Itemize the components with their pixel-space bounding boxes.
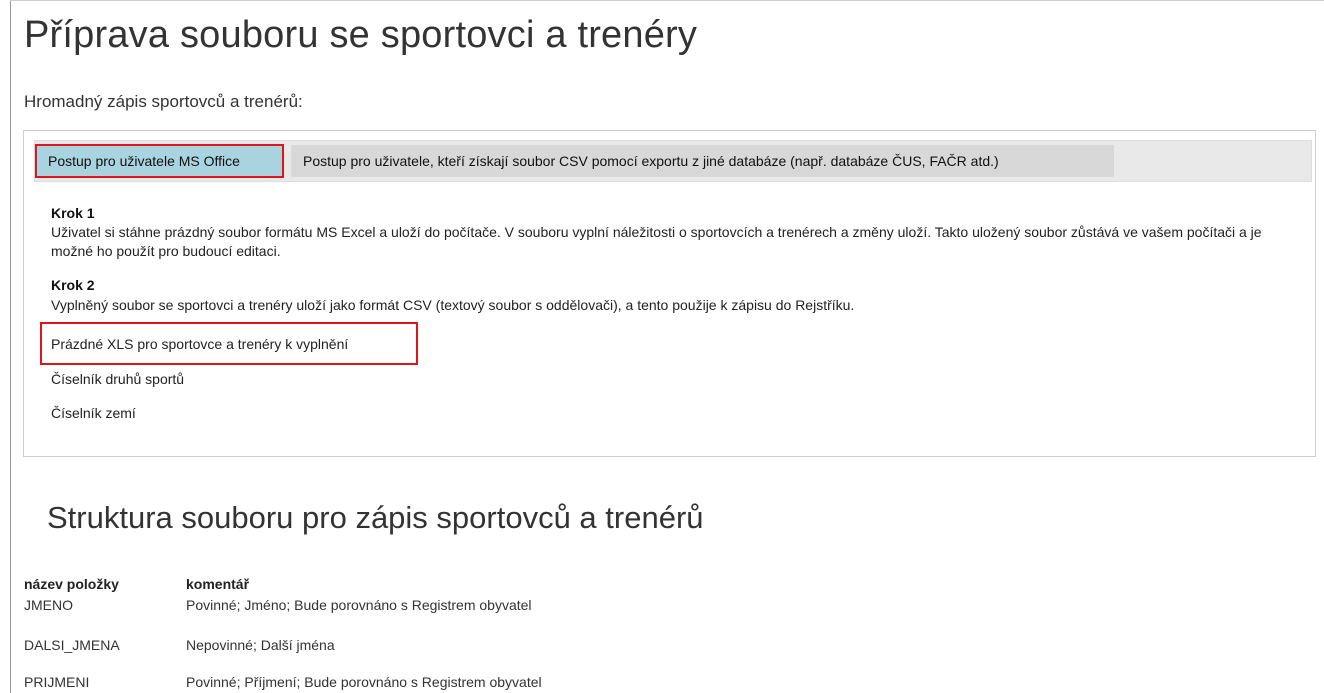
row-name: DALSI_JMENA: [24, 637, 120, 653]
step1-text: Uživatel si stáhne prázdný soubor formát…: [51, 224, 1262, 259]
sports-codelist-link[interactable]: Číselník druhů sportů: [51, 371, 184, 387]
tab-csv-export[interactable]: Postup pro uživatele, kteří získají soub…: [291, 145, 1114, 177]
column-header-name: název položky: [24, 576, 119, 592]
page-title: Příprava souboru se sportovci a trenéry: [24, 14, 698, 56]
frame-left-border: [10, 0, 11, 693]
step1-title: Krok 1: [51, 205, 95, 221]
instructions-panel: Postup pro uživatele MS Office Postup pr…: [23, 130, 1316, 457]
row-comment: Povinné; Jméno; Bude porovnáno s Registr…: [186, 597, 532, 613]
countries-codelist-link[interactable]: Číselník zemí: [51, 405, 136, 421]
row-comment: Povinné; Příjmení; Bude porovnáno s Regi…: [186, 674, 542, 690]
row-comment: Nepovinné; Další jména: [186, 637, 335, 653]
frame-top-border: [10, 0, 1324, 1]
page-subtitle: Hromadný zápis sportovců a trenérů:: [24, 92, 303, 111]
row-name: PRIJMENI: [24, 674, 90, 690]
xls-template-link[interactable]: Prázdné XLS pro sportovce a trenéry k vy…: [51, 336, 348, 352]
row-name: JMENO: [24, 597, 73, 613]
step2-title: Krok 2: [51, 277, 95, 293]
step2-text: Vyplněný soubor se sportovci a trenéry u…: [51, 297, 855, 313]
tab-ms-office[interactable]: Postup pro uživatele MS Office: [35, 144, 284, 178]
column-header-comment: komentář: [186, 576, 250, 592]
structure-heading: Struktura souboru pro zápis sportovců a …: [47, 500, 704, 535]
tab-bar: Postup pro uživatele MS Office Postup pr…: [34, 140, 1312, 182]
